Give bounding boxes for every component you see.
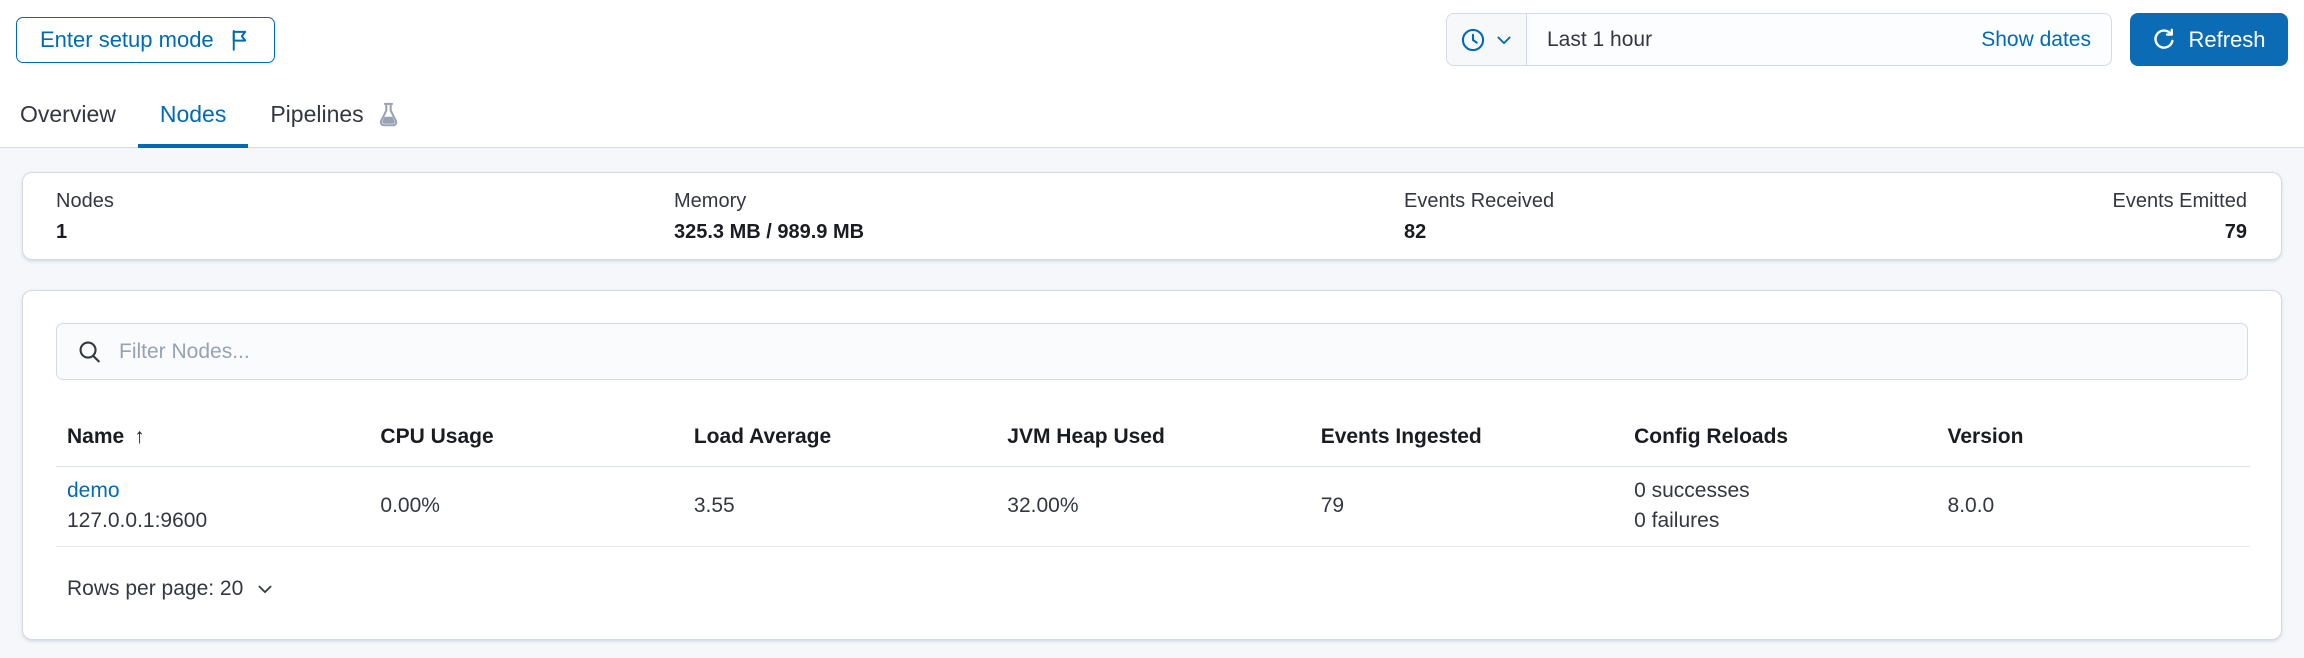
stat-memory-label: Memory: [674, 190, 747, 212]
stat-events-received-label: Events Received: [1404, 190, 1555, 212]
refresh-button[interactable]: Refresh: [2130, 13, 2288, 66]
stat-events-received: Events Received 82: [1404, 188, 1554, 245]
search-icon: [77, 339, 103, 365]
tab-nodes-label: Nodes: [159, 101, 227, 127]
stat-events-emitted-value: 79: [2224, 221, 2247, 243]
time-range-display[interactable]: Last 1 hour: [1527, 14, 1961, 65]
rows-per-page-selector[interactable]: Rows per page: 20: [67, 577, 275, 601]
column-header-cpu-usage[interactable]: CPU Usage: [369, 409, 683, 467]
column-header-name[interactable]: Name ↑: [56, 409, 370, 467]
cell-events-ingested: 79: [1309, 466, 1624, 547]
cell-cpu-usage: 0.00%: [369, 466, 683, 547]
tab-overview[interactable]: Overview: [0, 99, 138, 148]
stat-events-received-value: 82: [1404, 221, 1427, 243]
stat-nodes: Nodes 1: [56, 188, 114, 245]
node-address: 127.0.0.1:9600: [67, 509, 208, 532]
refresh-icon: [2152, 28, 2176, 52]
time-picker: Last 1 hour Show dates: [1446, 13, 2112, 66]
column-header-events-ingested[interactable]: Events Ingested: [1309, 409, 1624, 467]
column-header-config-reloads[interactable]: Config Reloads: [1623, 409, 1937, 467]
time-quick-select-button[interactable]: [1447, 14, 1527, 65]
stat-nodes-label: Nodes: [56, 190, 114, 212]
stat-events-emitted: Events Emitted 79: [2112, 188, 2247, 245]
chevron-down-icon: [1494, 30, 1514, 50]
cell-jvm-heap-used: 32.00%: [996, 466, 1310, 547]
show-dates-link[interactable]: Show dates: [1961, 14, 2111, 65]
beaker-icon: [376, 102, 401, 127]
filter-nodes-input[interactable]: [119, 324, 2247, 379]
stat-memory: Memory 325.3 MB / 989.9 MB: [674, 188, 864, 245]
config-reloads-failures: 0 failures: [1634, 509, 1720, 532]
config-reloads-successes: 0 successes: [1634, 479, 1750, 502]
cell-load-average: 3.55: [682, 466, 997, 547]
sort-asc-icon: ↑: [134, 425, 145, 449]
page-header: Enter setup mode Last 1 hour Show dates …: [0, 0, 2304, 148]
tab-nodes[interactable]: Nodes: [137, 99, 249, 148]
chevron-down-icon: [255, 579, 275, 599]
node-name-link[interactable]: demo: [67, 479, 120, 502]
clock-icon: [1460, 27, 1486, 53]
table-row: demo 127.0.0.1:9600 0.00% 3.55 32.00% 79…: [56, 466, 2250, 547]
filter-field: [56, 323, 2248, 380]
column-header-version[interactable]: Version: [1936, 409, 2250, 467]
table-header-row: Name ↑ CPU Usage Load Average JVM Heap Us…: [56, 409, 2250, 467]
stat-events-emitted-label: Events Emitted: [2112, 190, 2247, 212]
stat-memory-value: 325.3 MB / 989.9 MB: [674, 221, 865, 243]
column-header-load-average[interactable]: Load Average: [682, 409, 997, 467]
cell-name: demo 127.0.0.1:9600: [56, 466, 370, 547]
column-header-jvm-heap-used[interactable]: JVM Heap Used: [996, 409, 1310, 467]
refresh-label: Refresh: [2188, 26, 2266, 52]
monitoring-tabs: Overview Nodes Pipelines: [0, 0, 423, 148]
nodes-table: Name ↑ CPU Usage Load Average JVM Heap Us…: [56, 409, 2250, 547]
tab-pipelines-label: Pipelines: [270, 101, 364, 127]
stat-nodes-value: 1: [56, 221, 68, 243]
nodes-panel: Name↑ CPU Usage Load Average JVM Heap Us…: [22, 290, 2282, 640]
cell-version: 8.0.0: [1936, 466, 2250, 547]
cluster-summary-bar: Nodes 1 Memory 325.3 MB / 989.9 MB Event…: [22, 172, 2282, 260]
rows-per-page-label: Rows per page: 20: [67, 577, 244, 600]
tab-pipelines[interactable]: Pipelines: [248, 99, 422, 148]
cell-config-reloads: 0 successes 0 failures: [1623, 466, 1937, 547]
tab-overview-label: Overview: [20, 101, 116, 127]
